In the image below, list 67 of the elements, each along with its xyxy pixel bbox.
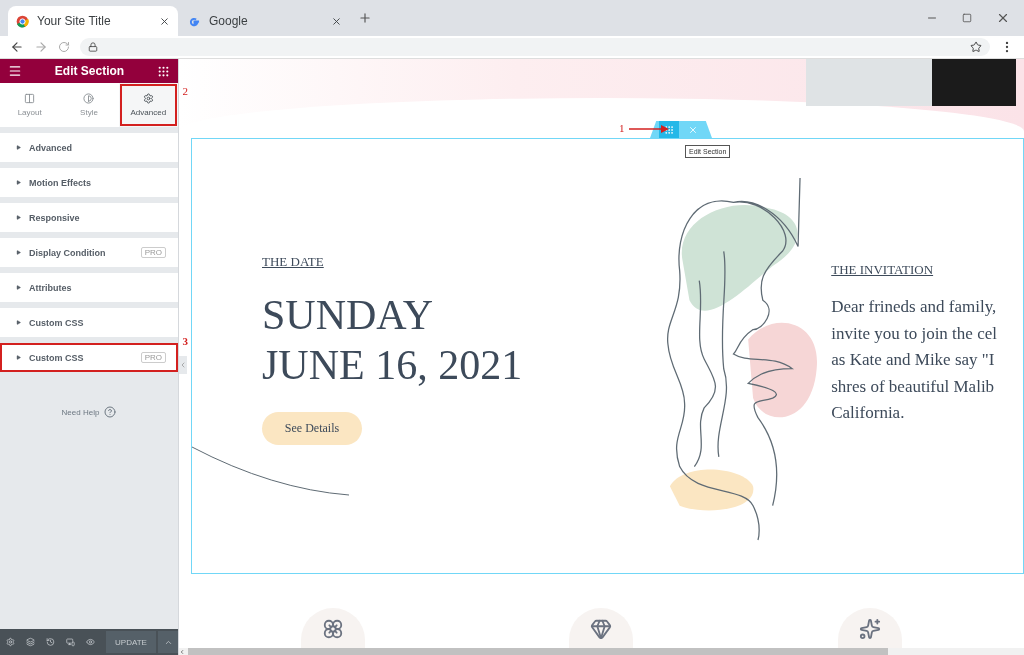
- forward-icon[interactable]: [34, 40, 48, 54]
- caret-icon: [16, 320, 21, 325]
- contrast-icon: [83, 93, 95, 104]
- columns-icon: [24, 93, 36, 104]
- chevron-left-icon: [179, 361, 187, 369]
- invitation-text-line: California.: [831, 402, 905, 424]
- section-header[interactable]: Motion Effects: [0, 168, 178, 197]
- chevron-left-icon[interactable]: [179, 648, 185, 655]
- sparkles-icon: [858, 618, 881, 640]
- browser-tab[interactable]: Your Site Title: [8, 6, 178, 36]
- caret-icon: [16, 145, 21, 150]
- update-button[interactable]: UPDATE: [105, 631, 157, 653]
- date-heading: JUNE 16, 2021: [262, 341, 524, 390]
- star-icon[interactable]: [970, 41, 982, 53]
- pro-badge: PRO: [140, 352, 166, 363]
- maximize-icon[interactable]: [962, 13, 972, 23]
- section-header[interactable]: Responsive: [0, 203, 178, 232]
- scrollbar-thumb[interactable]: [188, 648, 888, 655]
- close-icon[interactable]: [159, 15, 170, 27]
- gem-icon: [590, 618, 613, 640]
- invitation-text-line: Dear frineds and family,: [831, 296, 997, 318]
- eyebrow-text: THE DATE: [262, 254, 324, 270]
- reload-icon[interactable]: [58, 41, 70, 53]
- annotation-number: 3: [182, 335, 188, 347]
- layers-icon[interactable]: [25, 637, 35, 647]
- eye-icon[interactable]: [85, 637, 95, 647]
- section-header[interactable]: Attributes: [0, 273, 178, 302]
- history-icon[interactable]: [45, 637, 55, 647]
- invitation-text-line: shres of beautiful Malib: [831, 375, 995, 398]
- caret-icon: [16, 355, 21, 360]
- caret-icon: [16, 285, 21, 290]
- annotation-arrow: [629, 125, 669, 133]
- date-heading: SUNDAY: [262, 291, 435, 340]
- new-tab-icon[interactable]: [358, 11, 372, 25]
- browser-tab[interactable]: Google: [180, 6, 350, 36]
- settings-icon[interactable]: [6, 637, 15, 647]
- section-header[interactable]: Custom CSS: [0, 308, 178, 337]
- section-header[interactable]: Advanced: [0, 133, 178, 162]
- caret-icon: [16, 215, 21, 220]
- annotation-number: 1: [619, 122, 625, 134]
- grid-icon: [664, 124, 674, 135]
- pro-badge: PRO: [140, 247, 166, 258]
- caret-icon: [16, 250, 21, 255]
- close-icon: [688, 124, 698, 135]
- flower-icon: [322, 618, 345, 640]
- close-icon[interactable]: [996, 11, 1010, 25]
- lock-icon: [88, 42, 98, 52]
- help-link[interactable]: Need Help: [61, 407, 100, 417]
- settings-icon: [142, 93, 154, 104]
- invitation-text-line: invite you to join the cel: [831, 322, 997, 345]
- section-header[interactable]: Display Condition PRO: [0, 238, 178, 267]
- annotation-number: 2: [182, 85, 188, 97]
- caret-icon: [16, 180, 21, 185]
- details-button[interactable]: See Details: [262, 412, 362, 445]
- close-icon[interactable]: [331, 15, 342, 27]
- horizontal-scrollbar[interactable]: [179, 648, 1024, 655]
- devices-icon[interactable]: [65, 637, 75, 647]
- panel-title: Edit Section: [54, 64, 125, 78]
- help-icon[interactable]: [104, 406, 117, 418]
- collapse-button[interactable]: [179, 356, 187, 374]
- invitation-text-line: as Kate and Mike say "I: [831, 349, 995, 371]
- back-icon[interactable]: [10, 40, 24, 54]
- eyebrow-text: THE INVITATION: [831, 262, 934, 278]
- address-field[interactable]: [80, 38, 990, 56]
- grid-icon[interactable]: [157, 64, 170, 78]
- browser-logo-icon: [16, 14, 29, 28]
- menu-icon[interactable]: [8, 64, 22, 78]
